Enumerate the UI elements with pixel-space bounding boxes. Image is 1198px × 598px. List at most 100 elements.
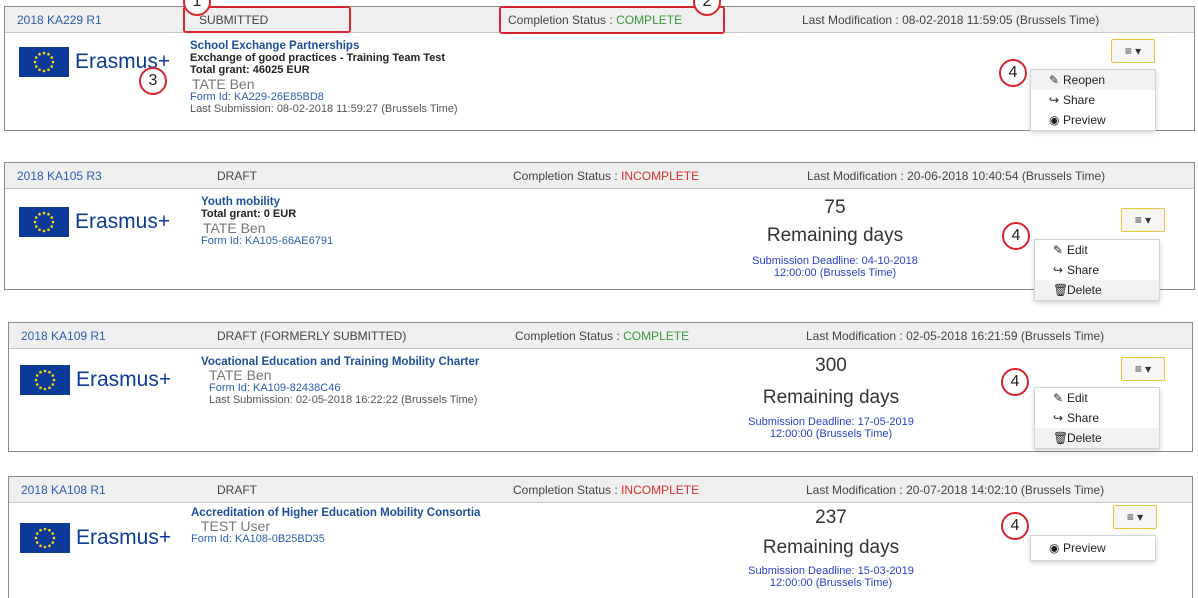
applicant-name: TEST User (201, 518, 270, 534)
submission-deadline: Submission Deadline: 15-03-2019 (748, 565, 914, 577)
menu-item-edit[interactable]: ✎ Edit (1035, 388, 1159, 408)
menu-item-preview[interactable]: ◉ Preview (1031, 536, 1155, 560)
logo-text: Erasmus+ (76, 526, 172, 549)
menu-item-share[interactable]: ↪ Share (1035, 408, 1159, 428)
application-info: Youth mobility Total grant: 0 EUR TATE B… (201, 196, 333, 247)
completion-label: Completion Status : (515, 329, 624, 343)
card-header: 2018 KA108 R1 DRAFT Completion Status : … (9, 477, 1192, 503)
completion-value: INCOMPLETE (621, 483, 700, 497)
remaining-days-panel: 237 Remaining days Submission Deadline: … (711, 507, 951, 589)
logo-text: Erasmus+ (75, 210, 171, 233)
menu-item-reopen[interactable]: ✎ Reopen (1031, 70, 1155, 90)
remaining-days-count: 75 (824, 197, 846, 218)
menu-item-preview[interactable]: ◉ Preview (1031, 110, 1155, 130)
remaining-days-label: Remaining days (762, 387, 900, 408)
share-icon: ↪ (1049, 93, 1060, 107)
last-mod-value: 20-06-2018 10:40:54 (Brussels Time) (907, 169, 1106, 183)
submission-deadline: Submission Deadline: 17-05-2019 (748, 416, 914, 428)
eye-icon: ◉ (1049, 113, 1060, 127)
erasmus-logo: Erasmus+ (20, 522, 180, 554)
menu-item-label: Edit (1067, 243, 1088, 257)
call-id[interactable]: 2018 KA109 R1 (21, 329, 106, 343)
menu-item-label: Preview (1063, 541, 1106, 555)
application-info: Accreditation of Higher Education Mobili… (191, 507, 480, 545)
card-header: 2018 KA109 R1 DRAFT (FORMERLY SUBMITTED)… (9, 323, 1192, 349)
form-status: DRAFT (FORMERLY SUBMITTED) (217, 329, 407, 343)
menu-item-label: Delete (1067, 283, 1102, 297)
callout-4: 4 (999, 59, 1027, 87)
last-submission: Last Submission: 08-02-2018 11:59:27 (Br… (190, 103, 458, 115)
applicant-name: TATE Ben (192, 76, 255, 92)
submission-deadline: Submission Deadline: 04-10-2018 (752, 255, 918, 267)
eye-icon: ◉ (1049, 541, 1060, 555)
form-id: Form Id: KA229-26E85BD8 (190, 91, 324, 103)
applicant-name: TATE Ben (203, 220, 266, 236)
remaining-days-count: 237 (815, 507, 847, 528)
call-id[interactable]: 2018 KA229 R1 (17, 13, 102, 27)
eu-flag-icon (19, 207, 69, 237)
completion-value: COMPLETE (623, 329, 690, 343)
menu-item-delete[interactable]: 🗑Delete (1035, 280, 1159, 300)
logo-text: Erasmus+ (76, 368, 172, 391)
last-mod-label: Last Modification : (806, 329, 907, 343)
actions-dropdown: ◉ Preview (1030, 535, 1156, 561)
eu-flag-icon (20, 365, 70, 395)
total-grant: Total grant: 0 EUR (201, 208, 297, 220)
last-mod-label: Last Modification : (806, 483, 907, 497)
trash-icon: 🗑 (1053, 283, 1069, 297)
call-id[interactable]: 2018 KA105 R3 (17, 169, 102, 183)
menu-item-share[interactable]: ↪ Share (1035, 260, 1159, 280)
menu-item-label: Delete (1067, 431, 1102, 445)
last-modification: Last Modification : 20-07-2018 14:02:10 … (806, 483, 1104, 497)
callout-4: 4 (1002, 222, 1030, 250)
menu-item-share[interactable]: ↪ Share (1031, 90, 1155, 110)
menu-item-label: Share (1067, 263, 1100, 277)
last-modification: Last Modification : 20-06-2018 10:40:54 … (807, 169, 1105, 183)
application-title[interactable]: Youth mobility (201, 196, 333, 208)
submission-deadline-time: 12:00:00 (Brussels Time) (769, 428, 893, 440)
completion-value: INCOMPLETE (621, 169, 700, 183)
form-id: Form Id: KA108-0B25BD35 (191, 533, 325, 545)
callout-4: 4 (1001, 368, 1029, 396)
call-id[interactable]: 2018 KA108 R1 (21, 483, 106, 497)
form-id: Form Id: KA109-82438C46 (209, 382, 341, 394)
submission-deadline-time: 12:00:00 (Brussels Time) (769, 577, 893, 589)
completion-status: Completion Status : COMPLETE (515, 329, 689, 343)
actions-menu-button[interactable]: ≡ ▾ (1121, 208, 1165, 232)
menu-item-edit[interactable]: ✎ Edit (1035, 240, 1159, 260)
remaining-days-panel: 75 Remaining days Submission Deadline: 0… (715, 197, 955, 279)
pencil-icon: ✎ (1049, 73, 1060, 87)
application-info: Vocational Education and Training Mobili… (201, 356, 479, 406)
actions-menu-button[interactable]: ≡ ▾ (1111, 39, 1155, 63)
total-grant: Total grant: 46025 EUR (190, 64, 310, 76)
erasmus-logo: Erasmus+ (20, 364, 180, 396)
completion-label: Completion Status : (513, 169, 622, 183)
submission-deadline-time: 12:00:00 (Brussels Time) (773, 267, 897, 279)
application-title[interactable]: School Exchange Partnerships (190, 40, 458, 52)
callout-3: 3 (139, 67, 167, 95)
actions-menu-button[interactable]: ≡ ▾ (1121, 357, 1165, 381)
completion-status: Completion Status : INCOMPLETE (513, 169, 699, 183)
eu-flag-icon (20, 523, 70, 553)
actions-dropdown: ✎ Edit ↪ Share 🗑Delete (1034, 387, 1160, 449)
share-icon: ↪ (1053, 411, 1064, 425)
menu-item-delete[interactable]: 🗑Delete (1035, 428, 1159, 448)
form-status: DRAFT (217, 169, 257, 183)
completion-label: Completion Status : (513, 483, 622, 497)
eu-flag-icon (19, 47, 69, 77)
trash-icon: 🗑 (1053, 431, 1069, 445)
share-icon: ↪ (1053, 263, 1064, 277)
actions-menu-button[interactable]: ≡ ▾ (1113, 505, 1157, 529)
actions-dropdown: ✎ Reopen ↪ Share ◉ Preview (1030, 69, 1156, 131)
pencil-icon: ✎ (1053, 243, 1064, 257)
last-submission: Last Submission: 02-05-2018 16:22:22 (Br… (209, 394, 478, 406)
erasmus-logo: Erasmus+ (19, 206, 179, 238)
last-mod-label: Last Modification : (807, 169, 908, 183)
last-mod-label: Last Modification : (802, 13, 903, 27)
menu-item-label: Edit (1067, 391, 1088, 405)
form-id: Form Id: KA105-66AE6791 (201, 235, 334, 247)
completion-highlight-box (499, 6, 725, 34)
last-modification: Last Modification : 02-05-2018 16:21:59 … (806, 329, 1104, 343)
pencil-icon: ✎ (1053, 391, 1064, 405)
remaining-days-label: Remaining days (762, 537, 900, 558)
